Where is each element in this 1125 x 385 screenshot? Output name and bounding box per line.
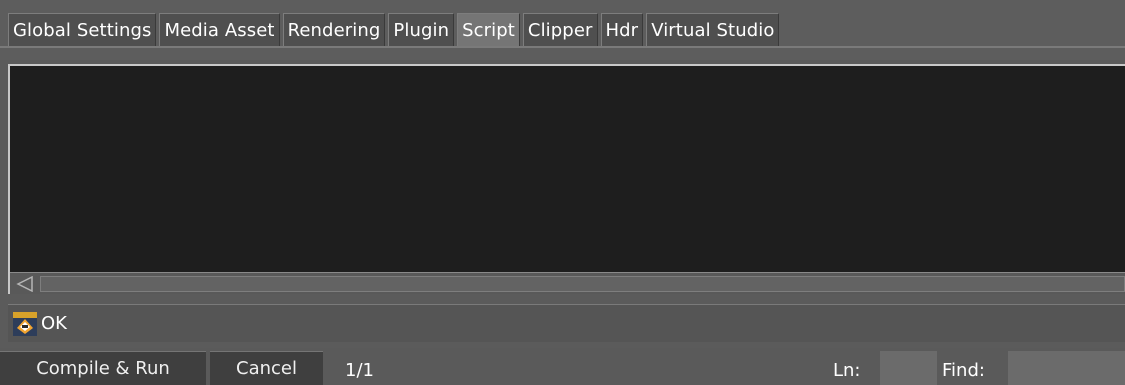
tab-clipper[interactable]: Clipper [522, 13, 598, 47]
triangle-left-icon [16, 276, 33, 292]
scroll-left-arrow[interactable] [13, 275, 37, 293]
script-editor[interactable] [10, 66, 1125, 270]
tab-virtual-studio[interactable]: Virtual Studio [646, 13, 780, 47]
tab-plugin[interactable]: Plugin [388, 13, 455, 47]
line-number-input[interactable] [880, 351, 937, 385]
page-indicator: 1/1 [345, 360, 374, 381]
scrollbar-thumb[interactable] [40, 276, 1125, 292]
horizontal-scrollbar[interactable] [10, 272, 1125, 294]
tab-underline [0, 46, 1125, 48]
bottom-toolbar: Compile & Run Cancel 1/1 Ln: Find: [0, 348, 1125, 385]
find-input[interactable] [1008, 351, 1125, 385]
tab-hdr[interactable]: Hdr [600, 13, 644, 47]
status-bar: OK [8, 304, 1125, 342]
script-status-icon [13, 311, 37, 336]
tab-media-asset[interactable]: Media Asset [159, 13, 280, 47]
script-editor-frame [8, 64, 1125, 294]
cancel-button[interactable]: Cancel [210, 351, 323, 385]
compile-run-button[interactable]: Compile & Run [0, 351, 206, 385]
status-text: OK [41, 313, 67, 334]
tab-bar: Global Settings Media Asset Rendering Pl… [0, 0, 1125, 60]
tab-strip: Global Settings Media Asset Rendering Pl… [8, 13, 782, 47]
find-label: Find: [942, 360, 985, 381]
line-label: Ln: [833, 360, 861, 381]
tab-rendering[interactable]: Rendering [282, 13, 386, 47]
tab-global-settings[interactable]: Global Settings [8, 13, 157, 47]
tab-script[interactable]: Script [457, 13, 520, 47]
